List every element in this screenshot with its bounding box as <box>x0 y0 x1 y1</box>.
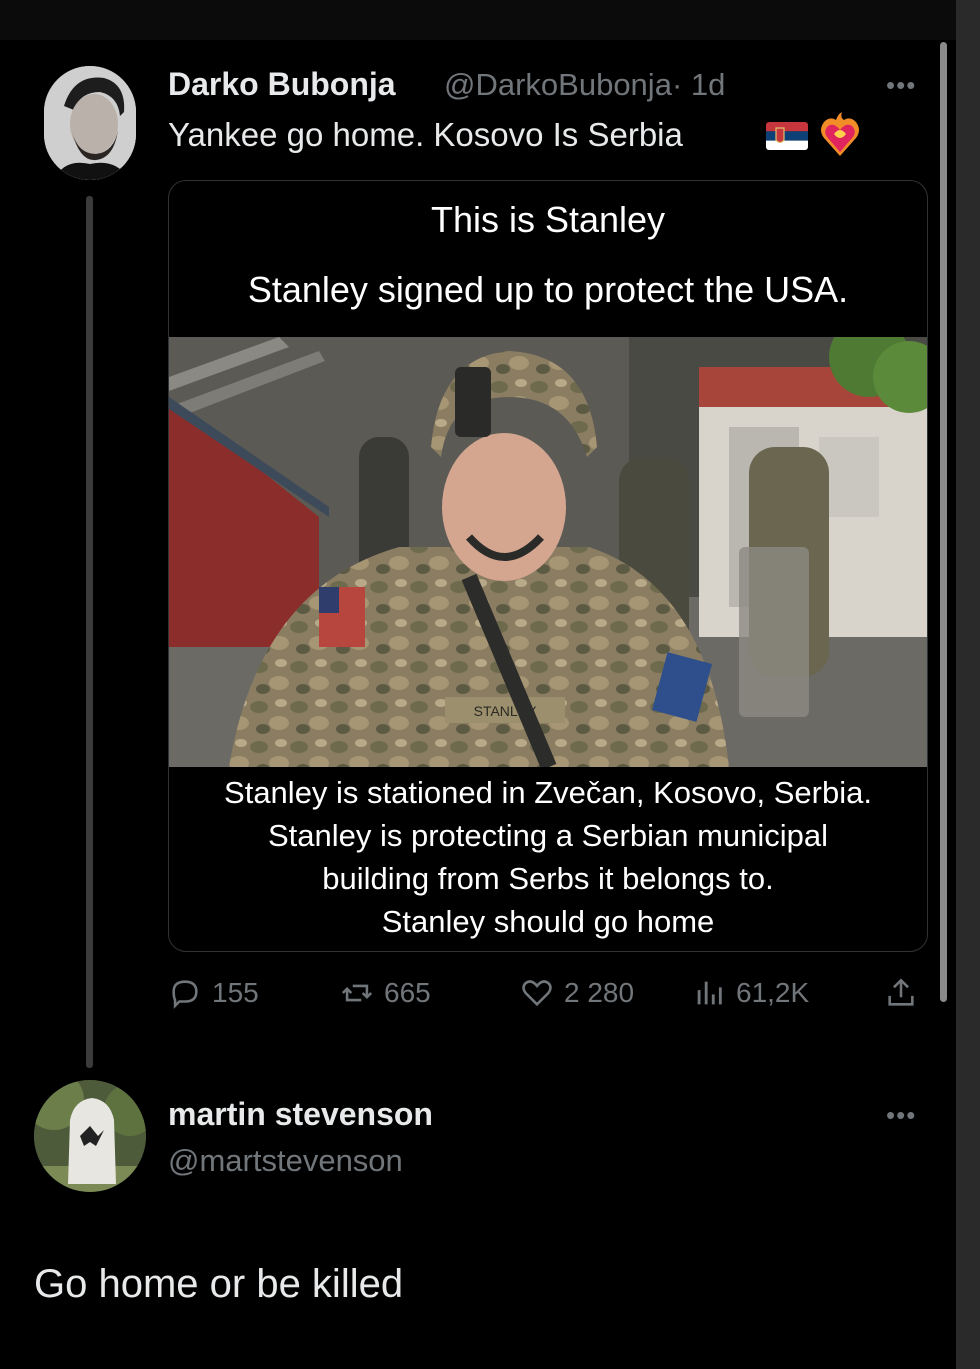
author-handle-text[interactable]: @DarkoBubonja <box>444 67 672 102</box>
caption-line: Stanley should go home <box>381 904 715 939</box>
author-handle[interactable]: @DarkoBubonja· 1d <box>444 67 725 103</box>
like-button[interactable]: 2 280 <box>520 976 634 1010</box>
media-card[interactable]: This is Stanley Stanley signed up to pro… <box>168 180 928 952</box>
caption-line: Stanley is protecting a Serbian municipa… <box>267 818 829 853</box>
soldier-photo[interactable]: STANLEY <box>169 337 927 767</box>
avatar-monument-icon <box>34 1080 146 1192</box>
repost-count: 665 <box>384 977 431 1008</box>
reply-button[interactable]: 155 <box>168 976 259 1010</box>
author-avatar[interactable] <box>44 66 136 180</box>
reply-text: Go home or be killed <box>34 1262 404 1306</box>
repost-icon <box>341 984 373 1002</box>
author-name[interactable]: Darko Bubonja <box>168 66 396 103</box>
reply-avatar[interactable] <box>34 1080 146 1192</box>
reply-icon <box>172 980 198 1009</box>
avatar-portrait-icon <box>44 66 136 180</box>
scrollbar[interactable] <box>940 42 947 1002</box>
post-text: Yankee go home. Kosovo Is Serbia <box>168 116 683 153</box>
reply-author-name[interactable]: martin stevenson <box>168 1096 433 1133</box>
card-header-line-2: Stanley signed up to protect the USA. <box>247 269 849 310</box>
top-bar <box>0 0 980 40</box>
more-options-icon[interactable]: ••• <box>886 70 916 101</box>
caption-line: building from Serbs it belongs to. <box>322 861 774 896</box>
reply-count: 155 <box>212 977 259 1008</box>
reply-author-handle[interactable]: @martstevenson <box>168 1143 403 1179</box>
heart-icon <box>522 980 552 1007</box>
card-header-line-1: This is Stanley <box>430 199 666 240</box>
views-button[interactable]: 61,2K <box>692 976 809 1010</box>
serbia-flag-icon <box>766 122 808 150</box>
view-count: 61,2K <box>736 977 810 1008</box>
like-count: 2 280 <box>564 977 635 1008</box>
right-edge-strip <box>956 0 980 1369</box>
post-actions: 155 665 2 280 61,2K <box>168 976 928 1016</box>
share-button[interactable] <box>884 976 918 1010</box>
heart-on-fire-icon <box>818 112 862 158</box>
share-icon <box>888 978 914 1006</box>
thread-connector <box>86 196 93 1068</box>
caption-line: Stanley is stationed in Zvečan, Kosovo, … <box>224 775 872 810</box>
reply-more-options-icon[interactable]: ••• <box>886 1100 916 1131</box>
views-icon <box>697 981 722 1005</box>
post-time[interactable]: · 1d <box>672 67 725 102</box>
repost-button[interactable]: 665 <box>340 976 431 1010</box>
